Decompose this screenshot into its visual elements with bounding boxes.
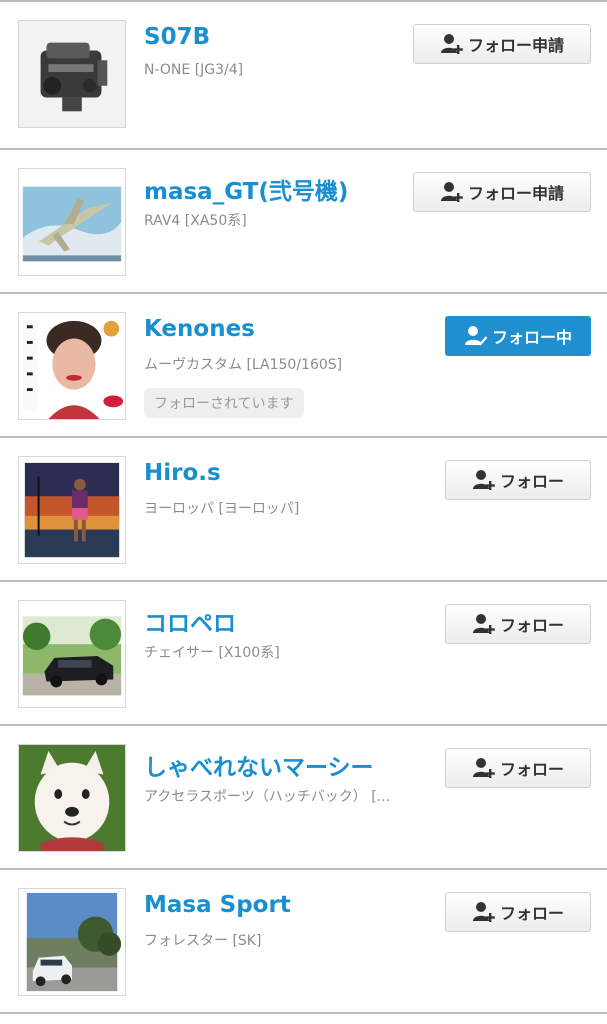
follow-button[interactable]: フォロー — [445, 604, 591, 644]
avatar[interactable] — [18, 20, 126, 128]
avatar[interactable] — [18, 744, 126, 852]
follow-request-button[interactable]: フォロー申請 — [413, 172, 591, 212]
followed-by-badge: フォローされています — [144, 388, 304, 418]
user-plus-icon — [472, 902, 495, 922]
avatar[interactable] — [18, 456, 126, 564]
jet-fighter-image — [19, 169, 125, 275]
list-item[interactable]: Kenones ムーヴカスタム [LA150/160S] フォローされています … — [0, 292, 607, 436]
button-label: フォロー — [499, 760, 564, 779]
car-model[interactable]: RAV4 [XA50系] — [144, 210, 247, 230]
follow-button[interactable]: フォロー — [445, 892, 591, 932]
user-plus-icon — [440, 34, 463, 54]
user-name-link[interactable]: コロペロ — [144, 604, 236, 638]
follow-button[interactable]: フォロー — [445, 460, 591, 500]
person-sunset-image — [19, 457, 125, 563]
car-model[interactable]: ヨーロッパ [ヨーロッパ] — [144, 498, 299, 518]
button-label: フォロー申請 — [467, 36, 564, 55]
user-plus-icon — [472, 470, 495, 490]
woman-portrait-image — [19, 313, 125, 419]
white-suv-image — [19, 889, 125, 995]
dark-sedan-image — [19, 601, 125, 707]
user-name-link[interactable]: Hiro.s — [144, 460, 221, 486]
user-plus-icon — [472, 614, 495, 634]
list-item[interactable]: Masa Sport フォレスター [SK] フォロー — [0, 868, 607, 1012]
car-model[interactable]: チェイサー [X100系] — [144, 642, 280, 662]
user-name-link[interactable]: masa_GT(弐号機) — [144, 172, 348, 206]
list-item[interactable]: しゃべれないマーシー アクセラスポーツ（ハッチバック） [... フォロー — [0, 724, 607, 868]
following-button[interactable]: フォロー中 — [445, 316, 591, 356]
button-label: フォロー申請 — [467, 184, 564, 203]
divider — [0, 1012, 607, 1014]
button-label: フォロー中 — [491, 328, 572, 347]
user-plus-icon — [472, 758, 495, 778]
list-item[interactable]: masa_GT(弐号機) RAV4 [XA50系] フォロー申請 — [0, 148, 607, 292]
avatar[interactable] — [18, 888, 126, 996]
list-item[interactable]: コロペロ チェイサー [X100系] フォロー — [0, 580, 607, 724]
user-name-link[interactable]: S07B — [144, 24, 210, 50]
avatar[interactable] — [18, 600, 126, 708]
car-model[interactable]: N-ONE [JG3/4] — [144, 62, 243, 78]
avatar[interactable] — [18, 168, 126, 276]
follow-request-button[interactable]: フォロー申請 — [413, 24, 591, 64]
button-label: フォロー — [499, 616, 564, 635]
car-model[interactable]: ムーヴカスタム [LA150/160S] — [144, 354, 342, 374]
car-model[interactable]: アクセラスポーツ（ハッチバック） [... — [144, 786, 390, 806]
user-name-link[interactable]: Kenones — [144, 316, 255, 342]
engine-image — [19, 21, 125, 127]
user-check-icon — [464, 326, 488, 346]
car-model[interactable]: フォレスター [SK] — [144, 930, 261, 950]
user-name-link[interactable]: Masa Sport — [144, 892, 291, 918]
user-name-link[interactable]: しゃべれないマーシー — [144, 748, 374, 782]
list-item[interactable]: S07B N-ONE [JG3/4] フォロー申請 — [0, 0, 607, 148]
user-plus-icon — [440, 182, 463, 202]
list-item[interactable]: Hiro.s ヨーロッパ [ヨーロッパ] フォロー — [0, 436, 607, 580]
white-dog-image — [19, 745, 125, 851]
button-label: フォロー — [499, 472, 564, 491]
avatar[interactable] — [18, 312, 126, 420]
follow-button[interactable]: フォロー — [445, 748, 591, 788]
button-label: フォロー — [499, 904, 564, 923]
user-list: S07B N-ONE [JG3/4] フォロー申請 masa_GT(弐号機) R… — [0, 0, 607, 1014]
